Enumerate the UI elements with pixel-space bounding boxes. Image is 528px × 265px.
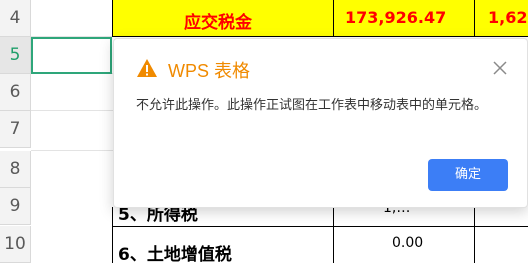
row-header-6[interactable]: 6 xyxy=(0,74,31,111)
cell-border xyxy=(333,207,334,263)
dialog-title: WPS 表格 xyxy=(168,61,251,81)
cell-border xyxy=(112,226,528,227)
selected-cell[interactable] xyxy=(31,37,112,74)
cell-border xyxy=(112,207,113,263)
dialog-message: 不允许此操作。此操作正试图在工作表中移动表中的单元格。 xyxy=(136,98,488,113)
cell-border xyxy=(474,0,475,37)
row-header-5[interactable]: 5 xyxy=(0,37,31,74)
row-header-8[interactable]: 8 xyxy=(0,151,31,188)
cell-tax-payable-value[interactable]: 173,926.47 xyxy=(345,8,446,27)
row-header-9[interactable]: 9 xyxy=(0,188,31,225)
highlight-row xyxy=(112,0,528,37)
row-header-7[interactable]: 7 xyxy=(0,111,31,148)
close-icon[interactable] xyxy=(491,59,509,77)
row-header-4[interactable]: 4 xyxy=(0,0,31,37)
cell-land-tax-label[interactable]: 6、土地增值税 xyxy=(118,240,232,265)
warning-icon xyxy=(137,59,157,77)
cell-tax-payable-label[interactable]: 应交税金 xyxy=(184,8,252,33)
cell-tax-payable-value-2[interactable]: 1,62 xyxy=(488,8,527,27)
cell-border xyxy=(333,0,334,37)
cell-land-tax-value[interactable]: 0.00 xyxy=(392,235,423,251)
ok-button[interactable]: 确定 xyxy=(428,159,508,191)
cell-border xyxy=(112,36,528,37)
wps-alert-dialog: WPS 表格 不允许此操作。此操作正试图在工作表中移动表中的单元格。 确定 xyxy=(113,38,528,208)
cell-border xyxy=(112,0,113,37)
cell-border xyxy=(474,207,475,263)
row-header-10[interactable]: 10 xyxy=(0,226,31,263)
